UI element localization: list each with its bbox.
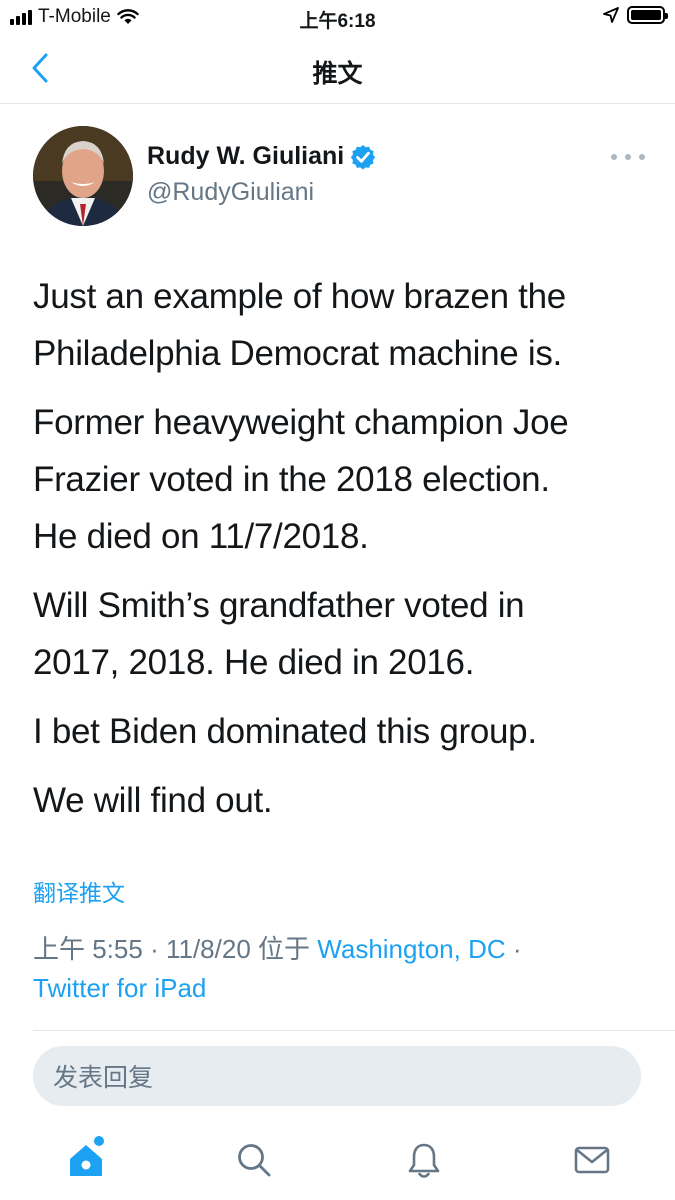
tweet-line: Frazier voted in the 2018 election. [33,460,550,499]
tweet-meta: 上午 5:55 · 11/8/20 位于 Washington, DC · Tw… [33,930,648,1008]
tweet-paragraph: We will find out. [33,772,648,829]
source-link[interactable]: Twitter for iPad [33,973,206,1003]
author-name-text: Rudy W. Giuliani [147,142,345,170]
tab-notifications[interactable] [394,1134,454,1186]
tab-home[interactable] [56,1134,116,1186]
tab-search[interactable] [224,1134,284,1186]
tweet-line: Philadelphia Democrat machine is. [33,334,562,373]
tab-bar [0,1120,675,1200]
tweet-date: 11/8/20 [165,934,251,964]
tweet-line: Will Smith’s grandfather voted in [33,586,525,625]
tweet-paragraph: I bet Biden dominated this group. [33,703,648,760]
tweet-line: Just an example of how brazen the [33,277,566,316]
dot-icon [625,154,631,160]
avatar[interactable] [33,126,133,226]
tweet-detail-screen: T-Mobile 上午6:18 推文 Rudy W. Giuliani @Rud… [0,0,675,1200]
location-arrow-icon [603,7,619,23]
bell-icon [408,1143,440,1178]
location-link[interactable]: Washington, DC [317,934,505,964]
status-time: 上午6:18 [299,11,376,32]
dot-icon [639,154,645,160]
verified-badge-icon [351,144,376,169]
tweet-paragraph: Former heavyweight champion Joe Frazier … [33,394,648,565]
reply-placeholder: 发表回复 [53,1064,154,1092]
status-bar: T-Mobile 上午6:18 [0,0,675,36]
dot-icon [611,154,617,160]
author-name[interactable]: Rudy W. Giuliani [147,142,376,171]
more-options-button[interactable] [611,145,645,169]
nav-bar: 推文 [0,36,675,104]
page-title: 推文 [312,60,363,88]
author-handle[interactable]: @RudyGiuliani [147,178,314,207]
tweet-paragraph: Just an example of how brazen the Philad… [33,268,648,382]
reply-input[interactable]: 发表回复 [33,1046,641,1106]
tweet-time: 上午 5:55 [33,934,143,964]
location-prefix: 位于 [258,934,311,964]
tab-messages[interactable] [562,1134,622,1186]
tweet-line: I bet Biden dominated this group. [33,712,537,751]
search-icon [238,1144,271,1177]
tweet-line: 2017, 2018. He died in 2016. [33,643,475,682]
meta-separator: · [150,934,159,964]
tweet-line: We will find out. [33,781,273,820]
tweet-paragraph: Will Smith’s grandfather voted in 2017, … [33,577,648,691]
home-icon [70,1145,102,1176]
battery-icon [627,6,668,24]
translate-tweet-link[interactable]: 翻译推文 [33,874,125,908]
avatar-image [33,126,133,226]
mail-icon [574,1146,610,1174]
status-right [603,6,668,24]
tweet-line: Former heavyweight champion Joe [33,403,569,442]
tweet-line: He died on 11/7/2018. [33,517,369,556]
divider [33,1030,675,1031]
tweet-text: Just an example of how brazen the Philad… [33,268,648,841]
notification-dot [94,1136,104,1146]
meta-separator: · [512,934,522,964]
